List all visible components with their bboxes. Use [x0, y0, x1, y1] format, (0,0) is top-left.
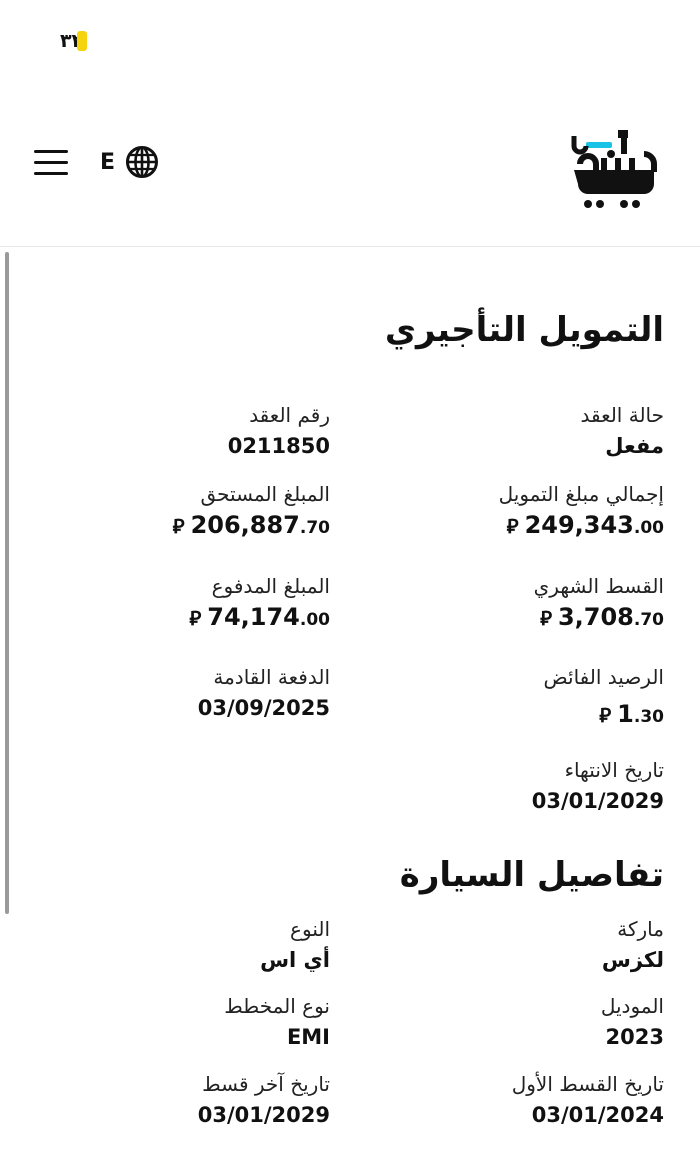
model-label: الموديل	[600, 994, 664, 1018]
due-amount-value: ⃁ 206,887.70	[172, 511, 330, 539]
brand-value: لكزس	[601, 948, 664, 972]
last-installment-value: 03/01/2029	[197, 1103, 330, 1127]
monthly-installment-field: القسط الشهري ⃁ 3,708.70	[534, 573, 664, 634]
surplus-balance-field: الرصيد الفائض ⃁ 1.30	[544, 664, 665, 731]
riyal-icon: ⃁	[599, 703, 612, 727]
model-field: الموديل 2023	[601, 993, 664, 1051]
last-installment-label: تاريخ آخر قسط	[202, 1072, 330, 1096]
brand-field: ماركة لكزس	[602, 916, 664, 974]
total-financing-field: إجمالي مبلغ التمويل ⃁ 249,343.00	[499, 481, 664, 542]
hamburger-icon	[34, 150, 68, 153]
paid-amount-field: المبلغ المدفوع ⃁ 74,174.00	[189, 573, 330, 634]
surplus-balance-label: الرصيد الفائض	[543, 665, 665, 689]
contract-status-label: حالة العقد	[580, 403, 664, 427]
watermark-top: ٣٢	[60, 28, 88, 54]
next-payment-label: الدفعة القادمة	[213, 665, 330, 689]
due-amount-field: المبلغ المستحق ⃁ 206,887.70	[173, 481, 330, 542]
due-amount-label: المبلغ المستحق	[200, 482, 330, 506]
car-type-field: النوع أي اس	[260, 916, 330, 974]
paid-amount-label: المبلغ المدفوع	[211, 574, 330, 598]
contract-status-field: حالة العقد مفعل	[580, 402, 664, 460]
model-value: 2023	[605, 1025, 664, 1049]
contract-number-value: 0211850	[227, 434, 330, 458]
first-installment-field: تاريخ القسط الأول 03/01/2024	[512, 1071, 664, 1129]
plan-type-label: نوع المخطط	[224, 994, 330, 1018]
next-payment-value: 03/09/2025	[197, 696, 330, 720]
car-type-label: النوع	[290, 917, 330, 941]
riyal-icon: ⃁	[189, 606, 202, 630]
app-header: E	[0, 110, 700, 220]
end-date-field: تاريخ الانتهاء 03/01/2029	[532, 757, 664, 815]
contract-number-label: رقم العقد	[249, 403, 330, 427]
lease-section-title: التمويل التأجيري	[384, 310, 664, 350]
plan-type-field: نوع المخطط EMI	[224, 993, 330, 1051]
next-payment-field: الدفعة القادمة 03/09/2025	[198, 664, 330, 722]
menu-button[interactable]	[34, 148, 70, 178]
last-installment-field: تاريخ آخر قسط 03/01/2029	[198, 1071, 330, 1129]
end-date-label: تاريخ الانتهاء	[564, 758, 664, 782]
language-code: E	[100, 149, 116, 175]
surplus-balance-value: ⃁ 1.30	[599, 700, 664, 728]
monthly-installment-label: القسط الشهري	[533, 574, 664, 598]
first-installment-value: 03/01/2024	[531, 1103, 664, 1127]
brand-label: ماركة	[617, 917, 664, 941]
riyal-icon: ⃁	[506, 514, 519, 538]
header-divider	[0, 246, 700, 247]
monthly-installment-value: ⃁ 3,708.70	[540, 603, 664, 631]
riyal-icon: ⃁	[172, 514, 185, 538]
contract-status-value: مفعل	[605, 434, 664, 458]
scrollbar[interactable]	[5, 252, 9, 914]
plan-type-value: EMI	[286, 1025, 330, 1049]
watermark-badge	[77, 31, 88, 51]
first-installment-label: تاريخ القسط الأول	[511, 1072, 664, 1096]
total-financing-amount: ⃁ 249,343.00	[506, 511, 664, 539]
car-type-value: أي اس	[260, 948, 330, 972]
globe-icon	[126, 146, 159, 178]
riyal-icon: ⃁	[540, 606, 552, 630]
brand-logo	[571, 130, 657, 208]
end-date-value: 03/01/2029	[531, 789, 664, 813]
total-financing-label: إجمالي مبلغ التمويل	[498, 482, 664, 506]
contract-number-field: رقم العقد 0211850	[228, 402, 330, 460]
paid-amount-value: ⃁ 74,174.00	[189, 603, 330, 631]
language-switch-button[interactable]: E	[100, 144, 159, 180]
car-section-title: تفاصيل السيارة	[399, 855, 664, 895]
